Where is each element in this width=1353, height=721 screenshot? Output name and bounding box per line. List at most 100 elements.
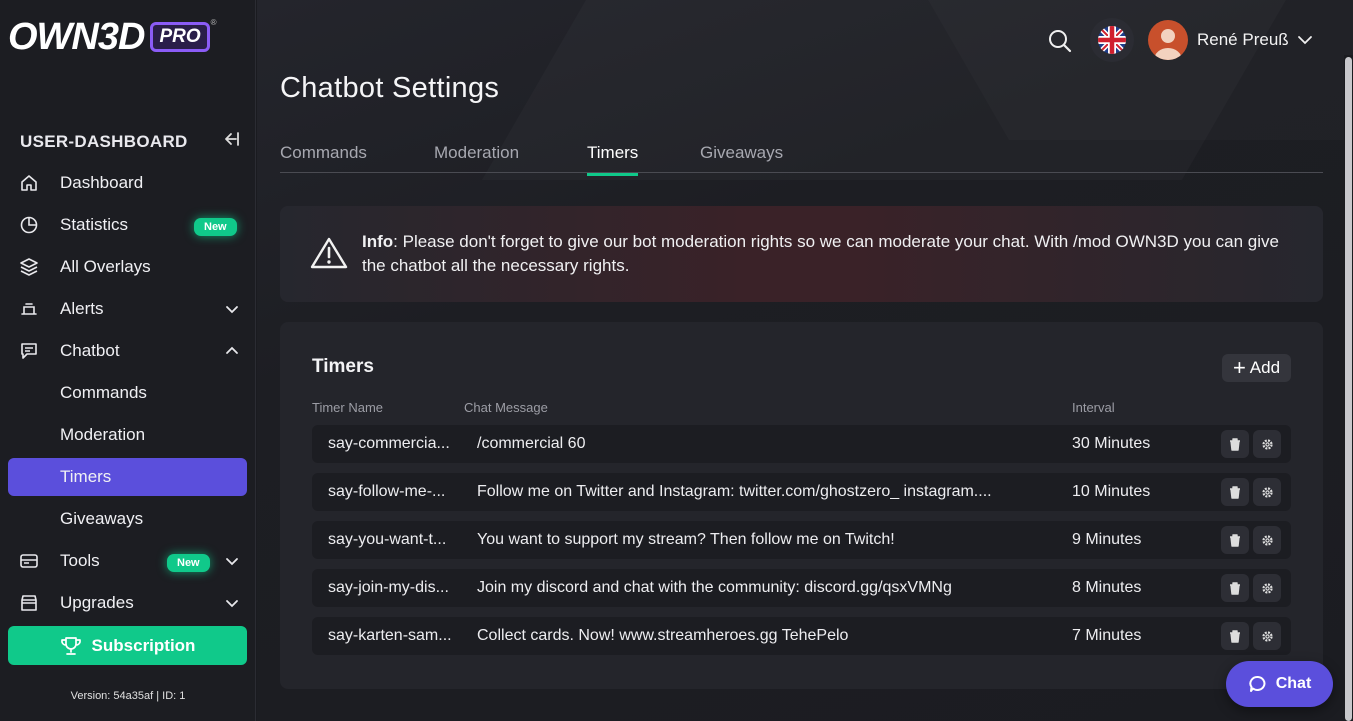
chevron-up-icon [226, 346, 238, 354]
logo-wordmark: OWN3D [8, 16, 145, 58]
warning-icon [310, 237, 348, 269]
delete-icon[interactable] [1221, 430, 1249, 458]
subscription-label: Subscription [91, 635, 196, 655]
sidebar-item-label: Tools [60, 551, 100, 570]
uk-flag-icon [1098, 26, 1126, 54]
info-prefix: Info [362, 232, 394, 251]
user-menu[interactable]: René Preuß [1148, 20, 1313, 60]
tools-icon [18, 550, 40, 572]
search-icon[interactable] [1046, 27, 1074, 55]
column-header-interval: Interval [1072, 400, 1115, 415]
pie-chart-icon [18, 214, 40, 236]
sidebar-item-label: Commands [60, 383, 147, 402]
chat-bubble-icon [18, 340, 40, 362]
new-badge: New [194, 218, 237, 236]
sidebar: OWN3D PRO ® USER-DASHBOARD Dashboard Sta… [0, 0, 256, 721]
gear-icon[interactable] [1253, 574, 1281, 602]
sidebar-item-label: Upgrades [60, 593, 134, 612]
tab-commands[interactable]: Commands [280, 143, 367, 173]
collapse-sidebar-icon[interactable] [222, 131, 240, 152]
sidebar-item-upgrades[interactable]: Upgrades [8, 584, 247, 622]
sidebar-item-statistics[interactable]: Statistics New [8, 206, 247, 244]
sidebar-item-label: Moderation [60, 425, 146, 444]
sidebar-item-moderation[interactable]: Moderation [8, 416, 247, 454]
column-header-chat-message: Chat Message [464, 400, 548, 415]
version-info: Version: 54a35af | ID: 1 [70, 690, 186, 702]
chat-message-cell: Collect cards. Now! www.streamheroes.gg … [477, 627, 849, 644]
chat-message-cell: /commercial 60 [477, 435, 586, 452]
sidebar-item-label: Timers [60, 467, 112, 486]
chevron-down-icon [226, 600, 238, 608]
table-row[interactable]: say-karten-sam... Collect cards. Now! ww… [312, 617, 1291, 655]
gear-icon[interactable] [1253, 478, 1281, 506]
sidebar-item-label: Dashboard [60, 173, 144, 192]
tab-giveaways[interactable]: Giveaways [700, 143, 783, 173]
table-row[interactable]: say-join-my-dis... Join my discord and c… [312, 569, 1291, 607]
interval-cell: 7 Minutes [1072, 627, 1142, 644]
sidebar-item-label: Alerts [60, 299, 104, 318]
info-banner: Info: Please don't forget to give our bo… [280, 206, 1323, 302]
table-row[interactable]: say-follow-me-... Follow me on Twitter a… [312, 473, 1291, 511]
layers-icon [18, 256, 40, 278]
gear-icon[interactable] [1253, 526, 1281, 554]
gear-icon[interactable] [1253, 622, 1281, 650]
delete-icon[interactable] [1221, 574, 1249, 602]
sidebar-item-alerts[interactable]: Alerts [8, 290, 247, 328]
chevron-down-icon [1297, 36, 1312, 45]
table-row[interactable]: say-commercia... /commercial 60 30 Minut… [312, 425, 1291, 463]
sidebar-item-dashboard[interactable]: Dashboard [8, 164, 247, 202]
info-text: Info: Please don't forget to give our bo… [362, 230, 1302, 278]
sidebar-item-label: Chatbot [60, 341, 120, 360]
chat-bubble-icon [1249, 675, 1266, 692]
sidebar-item-label: All Overlays [60, 257, 151, 276]
table-row[interactable]: say-you-want-t... You want to support my… [312, 521, 1291, 559]
new-badge: New [167, 554, 210, 572]
interval-cell: 30 Minutes [1072, 435, 1151, 452]
sidebar-heading: USER-DASHBOARD [20, 131, 188, 151]
sidebar-item-chatbot[interactable]: Chatbot [8, 332, 247, 370]
add-label: Add [1249, 358, 1281, 377]
language-selector[interactable] [1090, 18, 1134, 62]
gear-icon[interactable] [1253, 430, 1281, 458]
scrollbar-thumb[interactable] [1345, 57, 1352, 721]
sidebar-header: USER-DASHBOARD [20, 131, 240, 152]
sidebar-item-tools[interactable]: Tools New [8, 542, 247, 580]
add-timer-button[interactable]: + Add [1222, 354, 1291, 382]
delete-icon[interactable] [1221, 478, 1249, 506]
tab-moderation[interactable]: Moderation [434, 143, 519, 173]
store-icon [18, 592, 40, 614]
plus-icon: + [1232, 355, 1246, 380]
sidebar-item-all-overlays[interactable]: All Overlays [8, 248, 247, 286]
sidebar-item-label: Statistics [60, 215, 129, 234]
timer-name-cell: say-join-my-dis... [328, 579, 449, 596]
interval-cell: 9 Minutes [1072, 531, 1142, 548]
user-name: René Preuß [1197, 30, 1289, 49]
chat-widget-button[interactable]: Chat [1226, 661, 1333, 707]
page-title: Chatbot Settings [280, 72, 500, 104]
tab-timers[interactable]: Timers [587, 143, 639, 176]
own3d-pro-logo[interactable]: OWN3D PRO ® [8, 18, 217, 56]
sidebar-item-commands[interactable]: Commands [8, 374, 247, 412]
chevron-down-icon [226, 558, 238, 566]
trophy-icon [60, 636, 81, 655]
timer-name-cell: say-karten-sam... [328, 627, 452, 644]
timer-name-cell: say-commercia... [328, 435, 450, 452]
logo-registered-mark: ® [210, 18, 217, 27]
sidebar-item-label: Giveaways [60, 509, 144, 528]
timers-card: Timers + Add Timer Name Chat Message Int… [280, 322, 1323, 689]
alert-bell-icon [18, 298, 40, 320]
home-icon [18, 172, 40, 194]
chat-widget-label: Chat [1275, 675, 1312, 692]
sidebar-item-giveaways[interactable]: Giveaways [8, 500, 247, 538]
delete-icon[interactable] [1221, 622, 1249, 650]
sidebar-item-timers[interactable]: Timers [8, 458, 247, 496]
delete-icon[interactable] [1221, 526, 1249, 554]
timer-name-cell: say-you-want-t... [328, 531, 447, 548]
timers-title: Timers [312, 356, 374, 377]
column-header-timer-name: Timer Name [312, 400, 384, 415]
chat-message-cell: You want to support my stream? Then foll… [477, 531, 895, 548]
subscription-button[interactable]: Subscription [8, 626, 247, 665]
timer-name-cell: say-follow-me-... [328, 483, 446, 500]
chat-message-cell: Join my discord and chat with the commun… [477, 579, 952, 596]
avatar [1148, 20, 1188, 60]
